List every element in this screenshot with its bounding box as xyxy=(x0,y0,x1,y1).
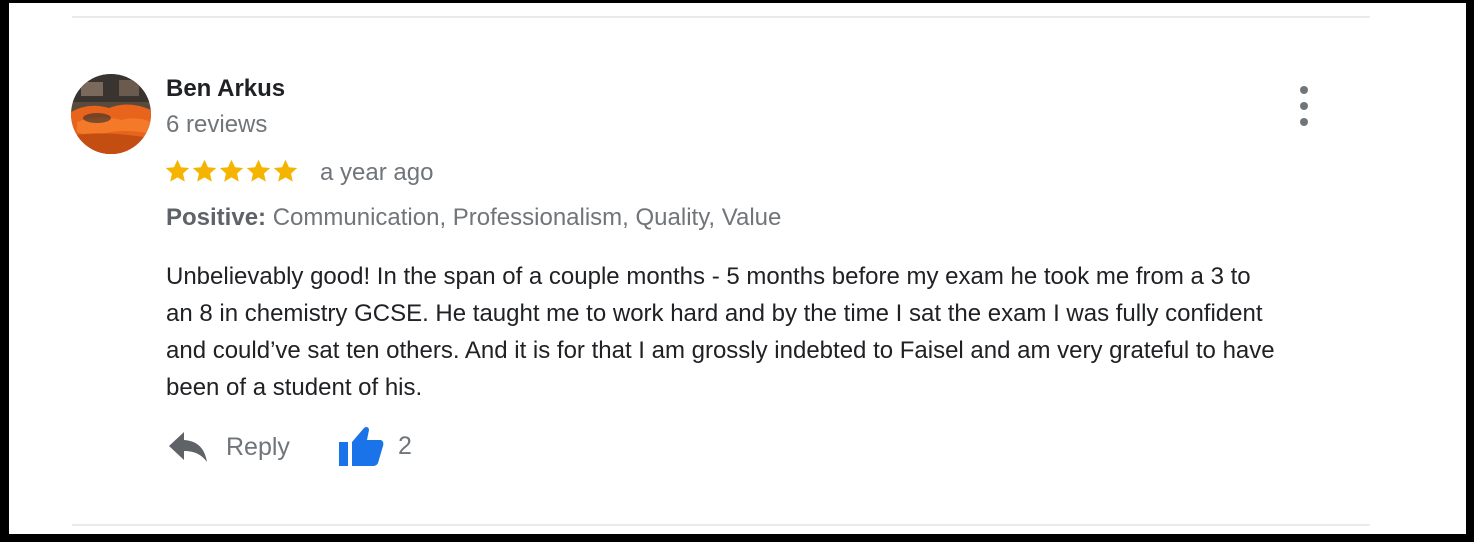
like-button[interactable]: 2 xyxy=(338,423,412,469)
review-text: Unbelievably good! In the span of a coup… xyxy=(166,263,1275,401)
divider-bottom xyxy=(72,524,1370,526)
star-icon xyxy=(246,159,271,182)
highlights-values: Communication, Professionalism, Quality,… xyxy=(272,204,782,231)
reply-arrow-icon xyxy=(169,432,207,462)
divider-top xyxy=(72,16,1370,18)
reply-label: Reply xyxy=(226,432,290,461)
more-vertical-icon-dot xyxy=(1300,118,1308,126)
review-count[interactable]: 6 reviews xyxy=(166,111,267,139)
review-highlights: Positive: Communication, Professionalism… xyxy=(166,204,781,232)
more-options-button[interactable] xyxy=(1292,86,1316,126)
like-count: 2 xyxy=(398,431,412,460)
reviewer-name[interactable]: Ben Arkus xyxy=(166,75,285,103)
star-icon xyxy=(165,159,190,182)
review-date: a year ago xyxy=(320,159,434,186)
star-icon xyxy=(273,159,298,182)
more-vertical-icon-dot xyxy=(1300,102,1308,110)
star-rating xyxy=(164,155,299,187)
thumbs-up-icon xyxy=(339,426,384,466)
star-icon xyxy=(192,159,217,182)
star-icon xyxy=(219,159,244,182)
review-card: Ben Arkus 6 reviews a year ago Positive:… xyxy=(9,3,1466,534)
reply-button[interactable]: Reply xyxy=(169,427,290,467)
reviewer-avatar[interactable] xyxy=(71,74,151,154)
more-vertical-icon-dot xyxy=(1300,86,1308,94)
highlights-label: Positive: xyxy=(166,204,267,231)
avatar-photo-icon xyxy=(71,74,151,154)
